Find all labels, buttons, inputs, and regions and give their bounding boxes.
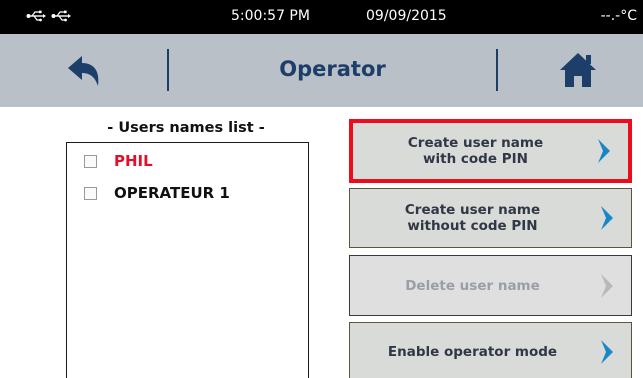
status-bar: 5:00:57 PM 09/09/2015 --.-°C bbox=[0, 0, 643, 34]
create-user-without-pin-button[interactable]: Create user name without code PIN bbox=[349, 188, 632, 248]
chevron-right-icon bbox=[601, 206, 613, 230]
back-arrow-icon[interactable] bbox=[64, 54, 106, 90]
chevron-right-icon bbox=[601, 273, 613, 298]
create-user-without-pin-label: Create user name without code PIN bbox=[404, 202, 541, 234]
users-list-title: - Users names list - bbox=[107, 120, 265, 136]
delete-user-button[interactable]: Delete user name bbox=[349, 255, 632, 316]
enable-operator-mode-label: Enable operator mode bbox=[387, 344, 558, 360]
clock-date: 09/09/2015 bbox=[366, 8, 447, 24]
user-checkbox[interactable] bbox=[84, 186, 97, 200]
create-user-with-pin-button[interactable]: Create user name with code PIN bbox=[349, 119, 632, 183]
user-checkbox[interactable] bbox=[84, 154, 97, 168]
usb-icon bbox=[51, 10, 71, 22]
header-divider bbox=[167, 49, 169, 91]
chevron-right-icon bbox=[598, 139, 610, 163]
page-title: Operator bbox=[279, 57, 386, 81]
header-divider bbox=[496, 49, 498, 91]
user-name: OPERATEUR 1 bbox=[114, 184, 230, 202]
users-list[interactable]: PHIL OPERATEUR 1 bbox=[66, 142, 309, 378]
home-icon[interactable] bbox=[558, 50, 598, 90]
delete-user-label: Delete user name bbox=[405, 277, 540, 294]
usb-icon bbox=[26, 10, 46, 22]
temperature-readout: --.-°C bbox=[600, 8, 637, 24]
list-item-user[interactable]: OPERATEUR 1 bbox=[84, 183, 230, 203]
enable-operator-mode-button[interactable]: Enable operator mode bbox=[349, 322, 632, 378]
chevron-right-icon bbox=[601, 340, 613, 364]
list-item-user[interactable]: PHIL bbox=[84, 151, 153, 171]
user-name: PHIL bbox=[114, 152, 153, 170]
clock-time: 5:00:57 PM bbox=[231, 8, 310, 24]
header-bar: Operator bbox=[0, 34, 643, 107]
create-user-with-pin-label: Create user name with code PIN bbox=[407, 135, 544, 167]
